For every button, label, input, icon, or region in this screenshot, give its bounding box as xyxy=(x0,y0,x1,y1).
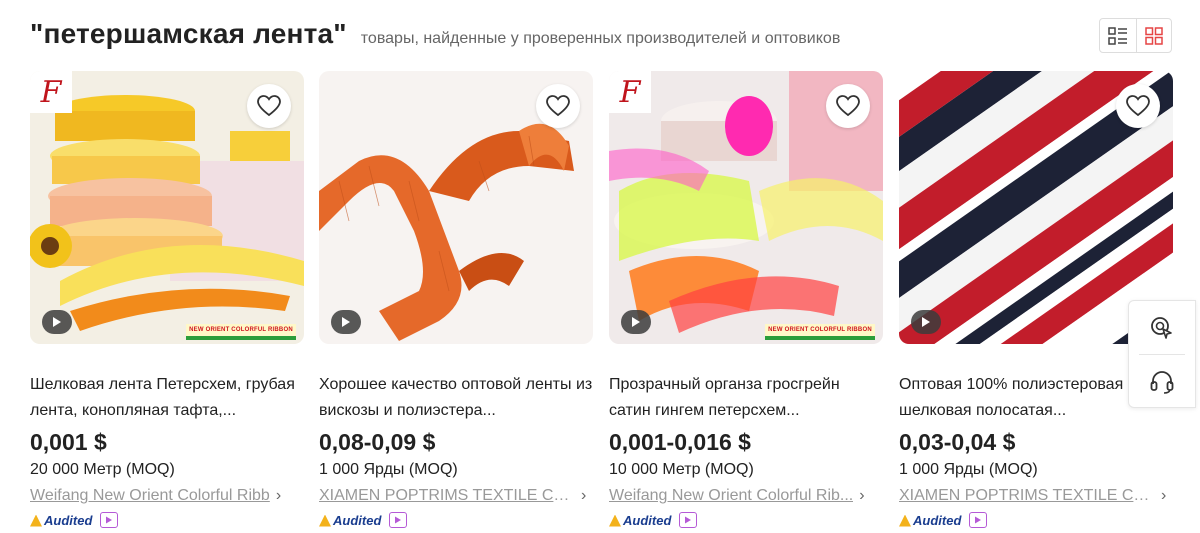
play-icon xyxy=(632,317,640,327)
product-price: 0,03-0,04 $ xyxy=(899,429,1016,455)
video-play-button[interactable] xyxy=(621,310,651,334)
list-view-icon xyxy=(1108,26,1127,45)
customer-service-headset-icon xyxy=(1150,370,1174,394)
video-play-button[interactable] xyxy=(911,310,941,334)
play-icon xyxy=(922,317,930,327)
chevron-right-icon: › xyxy=(581,487,587,504)
heart-icon xyxy=(257,95,281,117)
product-image[interactable]: F NEW ORIENT COLORFUL RIBBON xyxy=(30,71,304,344)
product-card[interactable]: Хорошее качество оптовой ленты из вискоз… xyxy=(319,71,593,530)
product-card[interactable]: F NEW ORIENT COLORFUL RIBBON Прозрачный … xyxy=(609,71,883,530)
video-badge-icon xyxy=(679,512,698,528)
chevron-right-icon: › xyxy=(1161,487,1167,504)
audited-badge: Audited xyxy=(609,513,671,528)
search-query-title: "петершамская лента" xyxy=(30,18,347,49)
product-price: 0,08-0,09 $ xyxy=(319,429,436,455)
brand-logo-letter: F xyxy=(619,74,641,110)
supplier-badges: Audited xyxy=(899,510,1173,530)
supplier-link[interactable]: XIAMEN POPTRIMS TEXTILE CO... › xyxy=(319,486,593,506)
supplier-link[interactable]: Weifang New Orient Colorful Rib... › xyxy=(609,486,883,506)
supplier-badges: Audited xyxy=(609,510,883,530)
favorite-button[interactable] xyxy=(247,84,291,128)
audited-badge: Audited xyxy=(899,513,961,528)
supplier-link[interactable]: Weifang New Orient Colorful Ribb › xyxy=(30,486,304,506)
supplier-link[interactable]: XIAMEN POPTRIMS TEXTILE CO... › xyxy=(899,486,1173,506)
product-moq: 10 000 Метр (MOQ) xyxy=(609,461,754,478)
audited-mark-icon xyxy=(319,514,331,527)
product-moq: 1 000 Ярды (MOQ) xyxy=(319,461,458,478)
image-search-button[interactable] xyxy=(1129,301,1195,354)
heart-icon xyxy=(836,95,860,117)
supplier-badges: Audited xyxy=(319,510,593,530)
search-header: "петершамская лента" товары, найденные у… xyxy=(30,18,840,50)
supplier-name[interactable]: Weifang New Orient Colorful Ribb xyxy=(30,486,270,506)
heart-icon xyxy=(1126,95,1150,117)
product-title[interactable]: Шелковая лента Петерсхем, грубая лента, … xyxy=(30,372,304,424)
customer-service-button[interactable] xyxy=(1129,355,1195,408)
chevron-right-icon: › xyxy=(859,487,865,504)
audited-label: Audited xyxy=(44,512,93,528)
product-card[interactable]: F NEW ORIENT COLORFUL RIBBON Шелковая ле… xyxy=(30,71,304,530)
brand-banner: NEW ORIENT COLORFUL RIBBON xyxy=(186,324,296,340)
video-play-button[interactable] xyxy=(42,310,72,334)
product-moq: 20 000 Метр (MOQ) xyxy=(30,461,175,478)
product-image[interactable] xyxy=(319,71,593,344)
supplier-name[interactable]: Weifang New Orient Colorful Rib... xyxy=(609,486,853,506)
product-price: 0,001 $ xyxy=(30,429,107,455)
brand-logo: F xyxy=(609,71,651,113)
audited-label: Audited xyxy=(623,512,672,528)
audited-mark-icon xyxy=(30,514,42,527)
brand-banner: NEW ORIENT COLORFUL RIBBON xyxy=(765,324,875,340)
play-icon xyxy=(53,317,61,327)
product-moq: 1 000 Ярды (MOQ) xyxy=(899,461,1038,478)
audited-label: Audited xyxy=(913,512,962,528)
grid-view-button[interactable] xyxy=(1135,19,1172,52)
supplier-name[interactable]: XIAMEN POPTRIMS TEXTILE CO... xyxy=(319,486,575,506)
video-badge-icon xyxy=(100,512,119,528)
audited-badge: Audited xyxy=(30,513,92,528)
favorite-button[interactable] xyxy=(536,84,580,128)
audited-mark-icon xyxy=(899,514,911,527)
supplier-badges: Audited xyxy=(30,510,304,530)
brand-logo: F xyxy=(30,71,72,113)
supplier-name[interactable]: XIAMEN POPTRIMS TEXTILE CO... xyxy=(899,486,1155,506)
image-search-icon xyxy=(1151,316,1172,339)
favorite-button[interactable] xyxy=(826,84,870,128)
product-title[interactable]: Прозрачный органза гросгрейн сатин гинге… xyxy=(609,372,883,424)
brand-logo-letter: F xyxy=(40,74,62,110)
product-title[interactable]: Хорошее качество оптовой ленты из вискоз… xyxy=(319,372,593,424)
product-price: 0,001-0,016 $ xyxy=(609,429,751,455)
search-subtitle: товары, найденные у проверенных производ… xyxy=(360,30,841,47)
audited-label: Audited xyxy=(333,512,382,528)
play-icon xyxy=(342,317,350,327)
video-play-button[interactable] xyxy=(331,310,361,334)
audited-mark-icon xyxy=(609,514,621,527)
product-image[interactable]: F NEW ORIENT COLORFUL RIBBON xyxy=(609,71,883,344)
heart-icon xyxy=(546,95,570,117)
chevron-right-icon: › xyxy=(275,487,282,504)
video-badge-icon xyxy=(389,512,408,528)
floating-tools-panel xyxy=(1128,300,1196,408)
video-badge-icon xyxy=(969,512,988,528)
list-view-button[interactable] xyxy=(1100,19,1136,52)
favorite-button[interactable] xyxy=(1116,84,1160,128)
audited-badge: Audited xyxy=(319,513,381,528)
view-toggle xyxy=(1099,18,1172,53)
grid-view-icon xyxy=(1145,26,1163,45)
